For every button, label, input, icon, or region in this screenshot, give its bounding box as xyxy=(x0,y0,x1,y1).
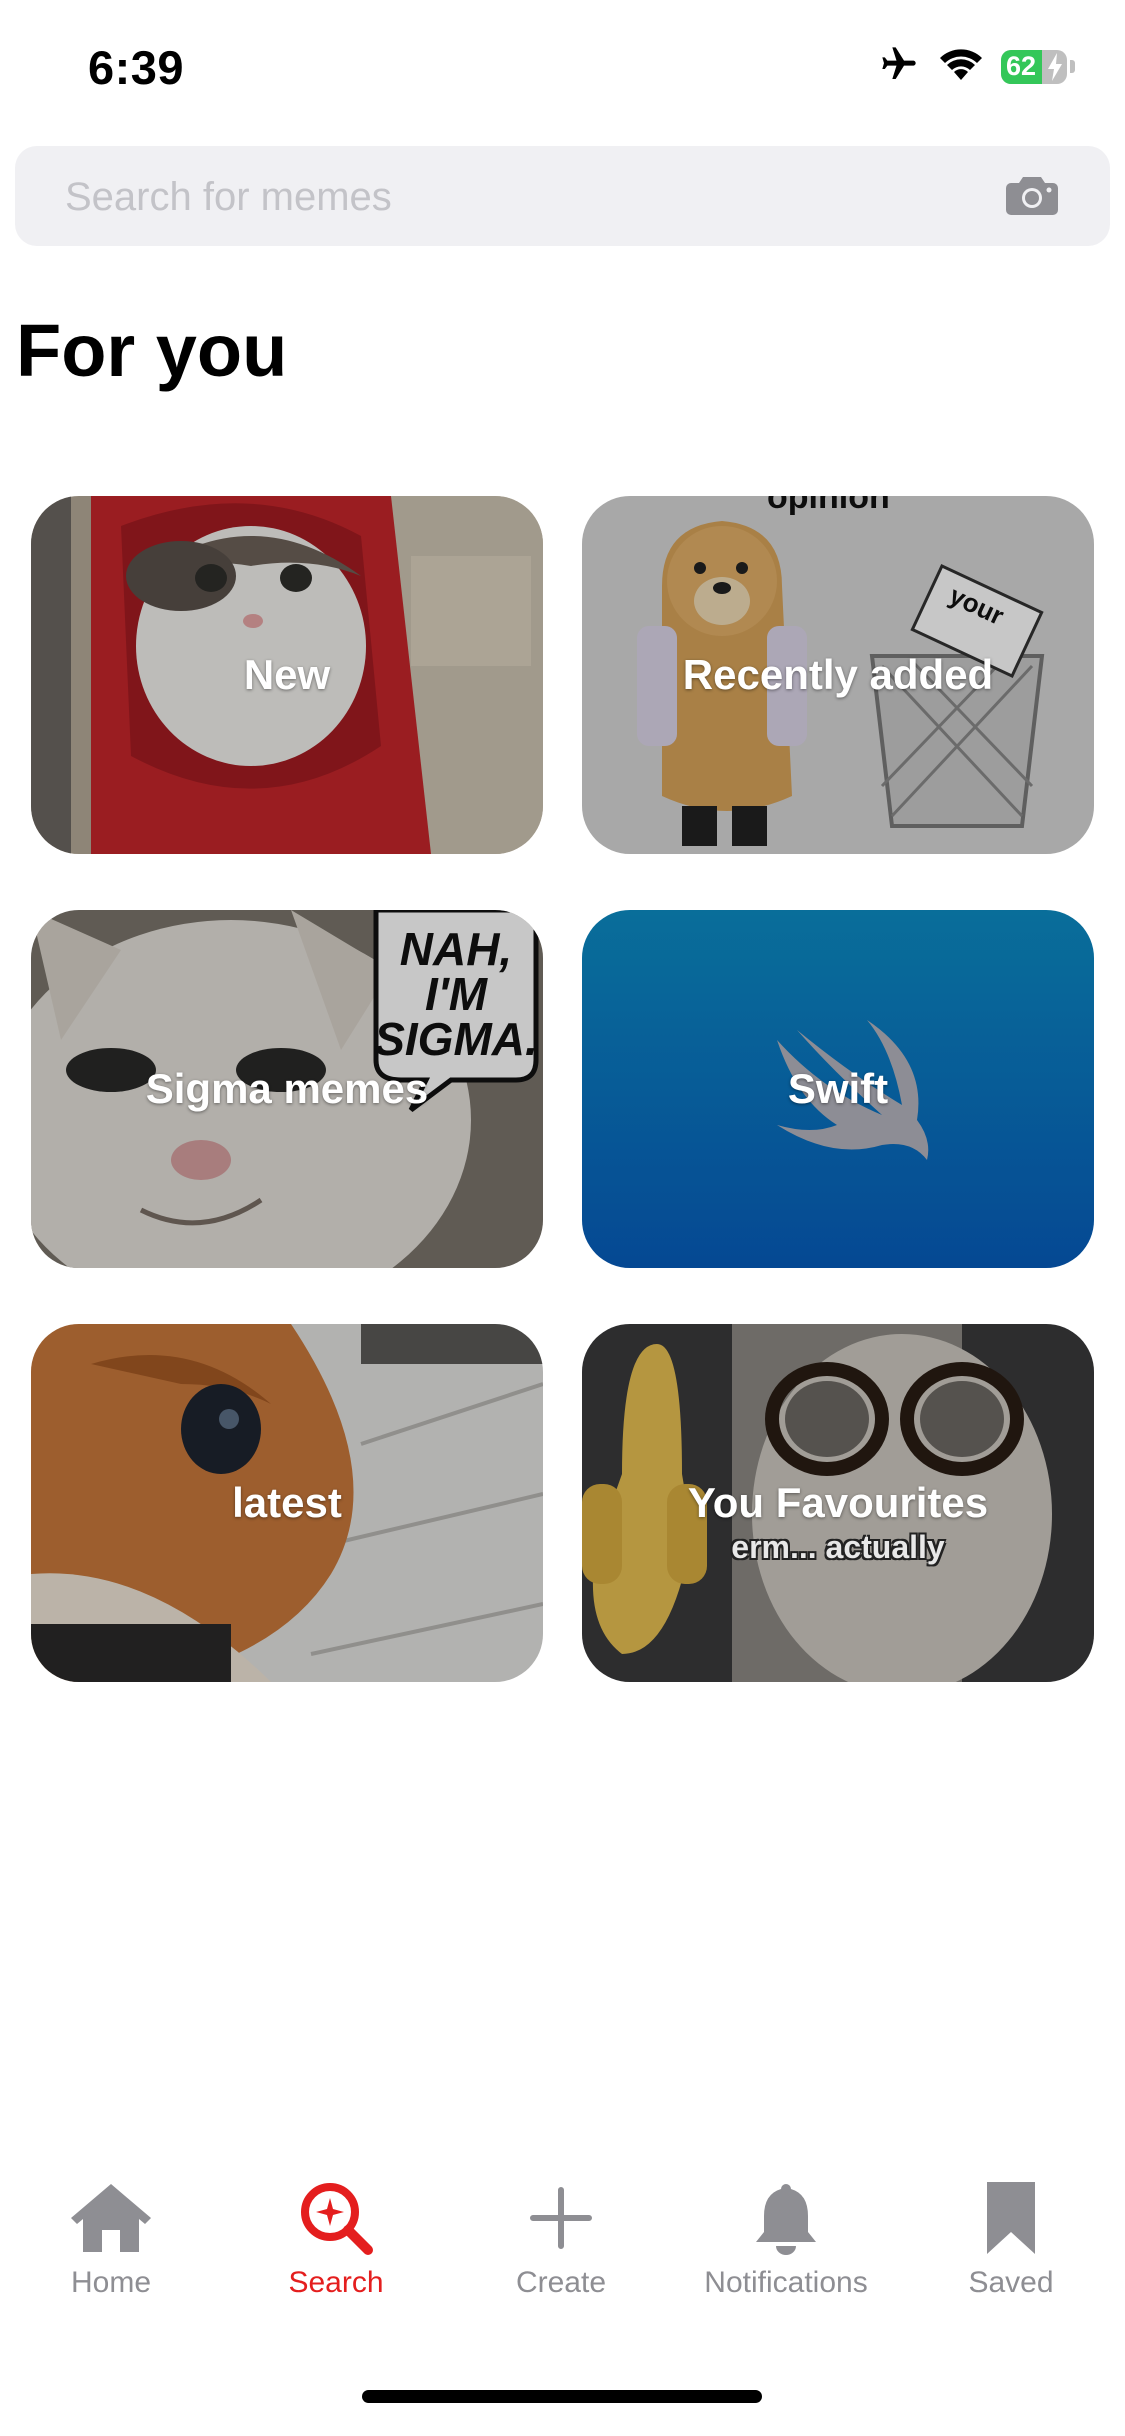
tab-bar: Home Search Create Notifications Saved xyxy=(0,2180,1125,2330)
tab-search[interactable]: Search xyxy=(231,2180,441,2330)
category-card-swift[interactable]: Swift xyxy=(582,910,1094,1268)
status-icons: 62 xyxy=(877,44,1075,89)
tab-label: Notifications xyxy=(704,2266,868,2299)
bookmark-icon xyxy=(906,2180,1116,2256)
card-label: You Favourites xyxy=(687,1479,989,1526)
camera-icon[interactable] xyxy=(1006,175,1058,220)
category-card-latest[interactable]: latest xyxy=(31,1324,543,1682)
category-card-you-favourites[interactable]: You Favourites erm... actually xyxy=(582,1324,1094,1682)
battery-icon: 62 xyxy=(1001,49,1075,84)
section-title: For you xyxy=(16,309,288,392)
battery-percent: 62 xyxy=(1006,51,1037,81)
airplane-icon xyxy=(877,44,921,89)
search-input[interactable] xyxy=(63,146,967,248)
home-icon xyxy=(6,2180,216,2256)
card-label: latest xyxy=(232,1479,342,1526)
search-icon xyxy=(231,2180,441,2256)
card-sublabel: erm... actually xyxy=(731,1529,945,1565)
status-time: 6:39 xyxy=(88,41,185,94)
home-indicator xyxy=(362,2390,762,2403)
plus-icon xyxy=(456,2180,666,2256)
category-card-recently-added[interactable]: your opinion Recently added xyxy=(582,496,1094,854)
tab-notifications[interactable]: Notifications xyxy=(681,2180,891,2330)
tab-label: Create xyxy=(515,2266,607,2299)
bell-icon xyxy=(681,2180,891,2256)
wifi-icon xyxy=(939,47,983,86)
card-label: Recently added xyxy=(682,651,994,698)
tab-label: Saved xyxy=(968,2266,1054,2299)
card-label: New xyxy=(243,651,331,698)
card-label: Sigma memes xyxy=(145,1065,429,1112)
tab-label: Search xyxy=(288,2266,384,2299)
tab-create[interactable]: Create xyxy=(456,2180,666,2330)
status-bar: 6:39 62 xyxy=(0,0,1125,140)
tab-label: Home xyxy=(70,2266,152,2299)
card-label: Swift xyxy=(787,1065,889,1112)
category-card-new[interactable]: New xyxy=(31,496,543,854)
category-card-sigma-memes[interactable]: NAH, I'M SIGMA. Sigma memes xyxy=(31,910,543,1268)
tab-home[interactable]: Home xyxy=(6,2180,216,2330)
tab-saved[interactable]: Saved xyxy=(906,2180,1116,2330)
search-bar xyxy=(15,146,1110,248)
